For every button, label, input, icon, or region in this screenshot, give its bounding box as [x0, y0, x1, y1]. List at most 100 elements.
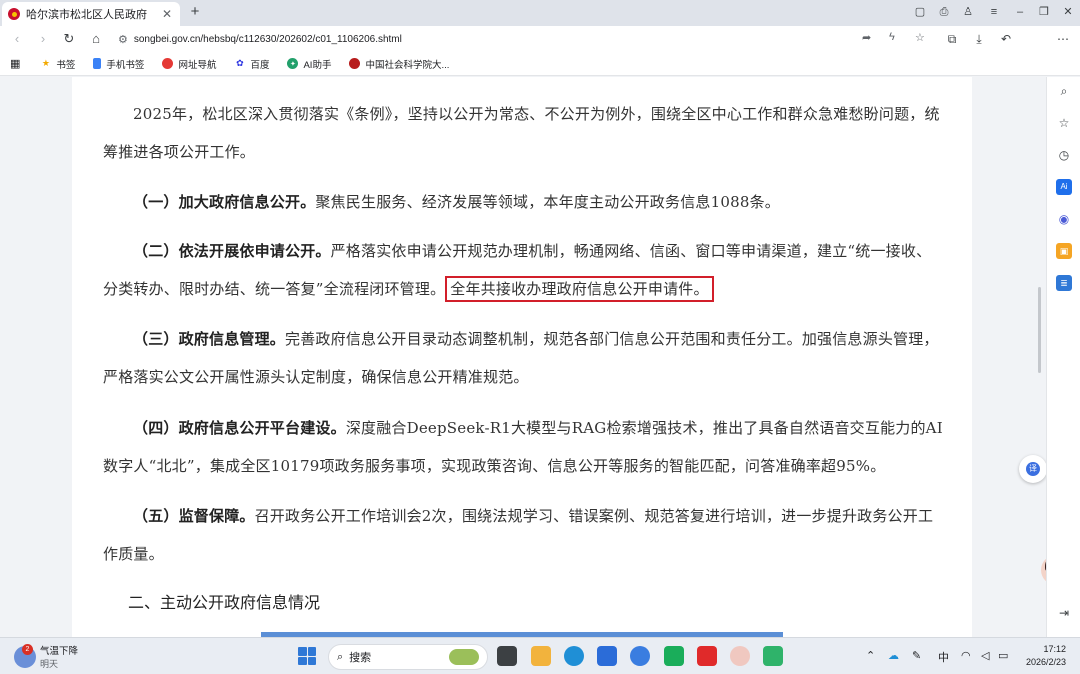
wps-icon[interactable]	[697, 646, 717, 666]
bookmark-item[interactable]: ★ 书签	[40, 57, 76, 71]
edge-browser-icon[interactable]	[564, 646, 584, 666]
volume-icon[interactable]: ◁	[981, 649, 989, 662]
bookmark-item[interactable]: ✦ AI助手	[287, 57, 331, 71]
forward-icon[interactable]: ›	[34, 30, 52, 48]
paragraph-title: （一）加大政府信息公开。	[133, 193, 316, 211]
game-icon[interactable]: ◉	[1056, 211, 1072, 227]
home-icon[interactable]: ⌂	[87, 30, 105, 48]
article-paragraph-4: （四）政府信息公开平台建设。深度融合DeepSeek-R1大模型与RAG检索增强…	[103, 409, 943, 485]
paragraph-title: （二）依法开展依申请公开。	[133, 242, 331, 260]
highlighted-sentence: 全年共接收办理政府信息公开申请件。	[445, 276, 714, 302]
system-clock[interactable]: 17:12 2026/2/23	[1022, 643, 1066, 669]
menu-icon[interactable]: ≡	[984, 3, 1004, 21]
restore-icon[interactable]: ❐	[1034, 3, 1054, 21]
task-view-icon[interactable]	[497, 646, 517, 666]
tab-close-icon[interactable]: ✕	[160, 7, 174, 21]
article-paragraph-1: （一）加大政府信息公开。聚焦民生服务、经济发展等领域，本年度主动公开政务信息10…	[103, 183, 943, 221]
favorites-icon[interactable]: ☆	[1056, 115, 1072, 131]
shirt-icon[interactable]: ♙	[958, 3, 978, 21]
article-paragraph-3: （三）政府信息管理。完善政府信息公开目录动态调整机制，规范各部门信息公开范围和责…	[103, 320, 943, 396]
search-label: 搜索	[349, 652, 372, 664]
clock-date: 2026/2/23	[1025, 657, 1066, 667]
star-icon: ★	[41, 58, 50, 68]
active-tab[interactable]: 哈尔滨市松北区人民政府 ✕	[2, 2, 180, 26]
windows-taskbar: 2 气温下降 明天 ⌕ 搜索 ⌃ ☁ ✎ 中 ◠ ◁ ▭ 17:12 2026/…	[0, 637, 1080, 674]
history-icon[interactable]: ◷	[1056, 147, 1072, 163]
tab-search-icon[interactable]: ▢	[910, 3, 930, 21]
new-tab-button[interactable]: +	[186, 3, 204, 21]
paragraph-title: （五）监督保障。	[133, 507, 255, 525]
site-info-icon[interactable]: ⚙	[118, 33, 128, 46]
minimize-icon[interactable]: –	[1010, 3, 1030, 21]
baidu-icon: ✿	[236, 58, 244, 68]
phone-bookmark-icon	[93, 58, 102, 69]
chat-app-icon[interactable]	[763, 646, 783, 666]
navigation-icon	[162, 58, 174, 69]
clock-time: 17:12	[1043, 644, 1066, 654]
file-explorer-icon[interactable]	[531, 646, 551, 666]
article-page: 2025年，松北区深入贯彻落实《条例》，坚持以公开为常态、不公开为例外，围绕全区…	[72, 77, 972, 637]
paragraph-title: （三）政府信息管理。	[133, 330, 286, 348]
reload-icon[interactable]: ↻	[60, 30, 78, 48]
paragraph-title: （四）政府信息公开平台建设。	[133, 419, 346, 437]
toolbox-icon[interactable]: ▣	[1056, 243, 1072, 259]
address-bar[interactable]: ⚙ songbei.gov.cn/hebsbq/c112630/202602/c…	[112, 29, 942, 49]
page-scrollbar[interactable]	[1038, 287, 1041, 373]
search-icon[interactable]: ⌕	[1056, 83, 1072, 99]
back-icon[interactable]: ‹	[8, 30, 26, 48]
undo-icon[interactable]: ↶	[997, 30, 1015, 48]
apps-grid-icon[interactable]: ▦	[10, 57, 20, 70]
article-intro: 2025年，松北区深入贯彻落实《条例》，坚持以公开为常态、不公开为例外，围绕全区…	[103, 105, 940, 161]
gov-emblem-icon	[8, 8, 20, 20]
bookmarks-bar: ▦ ★ 书签 手机书签 网址导航 ✿ 百度 ✦ AI助手 中国社会科学院大...	[0, 52, 1080, 76]
weather-subtitle: 明天	[40, 659, 59, 669]
wechat-icon[interactable]	[664, 646, 684, 666]
right-sidebar: ⌕ ☆ ◷ Ai ◉ ▣ ≣ ⇥	[1046, 77, 1080, 637]
start-button[interactable]	[298, 647, 316, 665]
article-paragraph-2: （二）依法开展依申请公开。严格落实依申请公开规范办理机制，畅通网络、信函、窗口等…	[103, 232, 943, 308]
cass-icon	[349, 58, 361, 69]
bookmark-item[interactable]: 手机书签	[93, 57, 144, 71]
ai-icon[interactable]: Ai	[1056, 179, 1072, 195]
browser-toolbar: ‹ › ↻ ⌂ ⚙ songbei.gov.cn/hebsbq/c112630/…	[0, 26, 1080, 72]
translate-icon: 译	[1026, 462, 1040, 476]
section-heading: 二、主动公开政府信息情况	[128, 593, 321, 612]
weather-title: 气温下降	[40, 646, 79, 657]
bolt-icon[interactable]: ϟ	[889, 31, 895, 43]
weather-widget[interactable]: 2 气温下降 明天	[14, 643, 78, 670]
battery-icon[interactable]: ▭	[998, 649, 1008, 662]
tab-title: 哈尔滨市松北区人民政府	[26, 9, 147, 21]
favorite-star-icon[interactable]: ☆	[915, 31, 925, 44]
tray-expand-icon[interactable]: ⌃	[866, 649, 875, 662]
notes-icon[interactable]: ≣	[1056, 275, 1072, 291]
bookmark-item[interactable]: 中国社会科学院大...	[349, 57, 449, 71]
weather-badge: 2	[22, 643, 33, 655]
search-highlight-icon	[449, 649, 479, 665]
more-menu-icon[interactable]: ⋯	[1054, 30, 1072, 48]
search-glass-icon: ⌕	[337, 650, 344, 663]
page-viewport: 2025年，松北区深入贯彻落实《条例》，坚持以公开为常态、不公开为例外，围绕全区…	[0, 77, 1046, 637]
wifi-icon[interactable]: ◠	[961, 649, 971, 662]
bookmark-item[interactable]: 网址导航	[162, 57, 216, 71]
translate-button[interactable]: 译	[1019, 455, 1046, 483]
assistant-app-icon[interactable]	[730, 646, 750, 666]
article-paragraph-5: （五）监督保障。召开政务公开工作培训会2次，围绕法规学习、错误案例、规范答复进行…	[103, 497, 943, 573]
download-icon[interactable]: ⤓	[970, 30, 988, 48]
store-icon[interactable]	[597, 646, 617, 666]
extensions-icon[interactable]: ⧉	[943, 30, 961, 48]
share-icon[interactable]: ➦	[862, 31, 871, 44]
weather-icon: 2	[14, 643, 36, 668]
printer-icon[interactable]: ⎙	[934, 3, 954, 21]
tab-strip: 哈尔滨市松北区人民政府 ✕ + ▢ ⎙ ♙ ≡ – ❐ ✕	[0, 0, 1080, 26]
paragraph-body: 聚焦民生服务、经济发展等领域，本年度主动公开政务信息1088条。	[315, 193, 780, 211]
ai-assistant-icon: ✦	[287, 58, 299, 69]
pen-icon[interactable]: ✎	[912, 649, 921, 662]
url-text: songbei.gov.cn/hebsbq/c112630/202602/c01…	[133, 33, 402, 45]
window-close-icon[interactable]: ✕	[1058, 3, 1078, 21]
taskbar-search[interactable]: ⌕ 搜索	[328, 644, 488, 670]
ime-indicator[interactable]: 中	[938, 649, 949, 665]
browser-active-icon[interactable]	[630, 646, 650, 666]
collapse-sidebar-icon[interactable]: ⇥	[1056, 605, 1072, 621]
cloud-icon[interactable]: ☁	[888, 649, 899, 662]
bookmark-item[interactable]: ✿ 百度	[234, 57, 269, 71]
